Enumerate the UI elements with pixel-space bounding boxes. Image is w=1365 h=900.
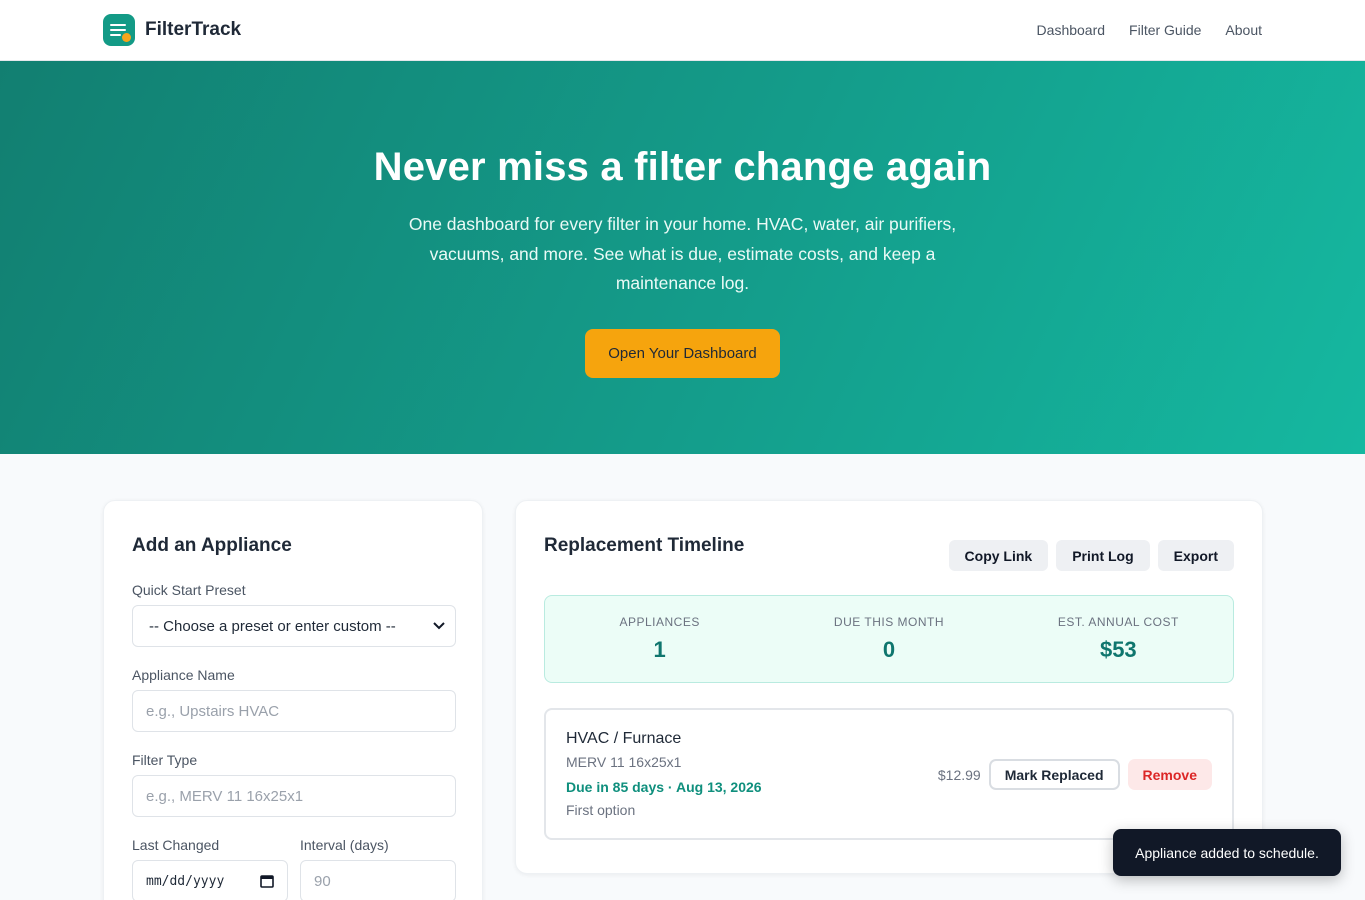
toast-message: Appliance added to schedule. <box>1135 844 1319 861</box>
filter-price: $12.99 <box>937 766 981 783</box>
brand-name: FilterTrack <box>145 19 242 40</box>
main-nav: Dashboard Filter Guide About <box>1037 22 1262 38</box>
preset-label: Quick Start Preset <box>132 582 246 598</box>
chevron-down-icon <box>433 622 445 630</box>
stat-annual-cost: EST. ANNUAL COST $53 <box>1004 596 1233 682</box>
hero-subtitle: One dashboard for every filter in your h… <box>408 214 957 293</box>
interval-label: Interval (days) <box>300 837 389 853</box>
appliance-name: HVAC / Furnace <box>566 730 682 747</box>
stat-label: DUE THIS MONTH <box>833 615 945 629</box>
appliance-note: First option <box>566 802 636 818</box>
calendar-icon[interactable] <box>260 874 274 888</box>
stat-value: 0 <box>882 637 896 662</box>
appliance-name-placeholder: e.g., Upstairs HVAC <box>146 702 280 720</box>
stat-label: EST. ANNUAL COST <box>1057 615 1179 629</box>
mark-replaced-button[interactable]: Mark Replaced <box>988 759 1120 790</box>
filter-type-placeholder: e.g., MERV 11 16x25x1 <box>146 787 304 805</box>
appliance-name-label: Appliance Name <box>132 667 235 683</box>
replacement-timeline-card: Replacement Timeline Copy Link Print Log… <box>515 500 1263 874</box>
copy-link-button[interactable]: Copy Link <box>948 540 1049 571</box>
stat-due-this-month: DUE THIS MONTH 0 <box>774 596 1003 682</box>
last-changed-label: Last Changed <box>132 837 220 853</box>
appliance-name-input[interactable]: e.g., Upstairs HVAC <box>132 690 456 732</box>
timeline-toolbar: Copy Link Print Log Export <box>948 540 1234 571</box>
brand[interactable]: FilterTrack <box>103 14 241 46</box>
hero-section: Never miss a filter change again One das… <box>0 61 1365 454</box>
hero-title: Never miss a filter change again <box>373 145 992 189</box>
stat-value: 1 <box>653 637 666 662</box>
stat-value: $53 <box>1099 637 1137 662</box>
add-appliance-title: Add an Appliance <box>132 535 292 556</box>
print-log-button[interactable]: Print Log <box>1056 540 1150 571</box>
nav-filter-guide[interactable]: Filter Guide <box>1129 22 1201 38</box>
remove-button[interactable]: Remove <box>1127 759 1212 790</box>
export-button[interactable]: Export <box>1157 540 1234 571</box>
filter-list-icon <box>103 14 135 46</box>
stat-appliances: APPLIANCES 1 <box>545 596 774 682</box>
top-navbar: FilterTrack Dashboard Filter Guide About <box>0 0 1365 61</box>
interval-placeholder: 90 <box>314 872 331 890</box>
item-actions: $12.99 Mark Replaced Remove <box>938 759 1212 790</box>
nav-dashboard[interactable]: Dashboard <box>1037 22 1106 38</box>
stats-panel: APPLIANCES 1 DUE THIS MONTH 0 EST. ANNUA… <box>544 595 1234 683</box>
nav-about[interactable]: About <box>1225 22 1262 38</box>
filter-type-label: Filter Type <box>132 752 198 768</box>
open-dashboard-button[interactable]: Open Your Dashboard <box>585 328 780 378</box>
last-changed-date-input[interactable]: mm/dd/yyyy <box>132 860 288 900</box>
preset-select[interactable]: -- Choose a preset or enter custom -- <box>132 605 456 647</box>
filter-type-input[interactable]: e.g., MERV 11 16x25x1 <box>132 775 456 817</box>
stat-label: APPLIANCES <box>619 615 700 629</box>
interval-input[interactable]: 90 <box>300 860 456 900</box>
add-appliance-card: Add an Appliance Quick Start Preset -- C… <box>103 500 483 900</box>
toast-notification: Appliance added to schedule. <box>1113 829 1341 876</box>
last-changed-value: mm/dd/yyyy <box>146 873 225 889</box>
preset-select-value: -- Choose a preset or enter custom -- <box>149 617 396 635</box>
list-item: HVAC / Furnace MERV 11 16x25x1 Due in 85… <box>544 708 1234 840</box>
